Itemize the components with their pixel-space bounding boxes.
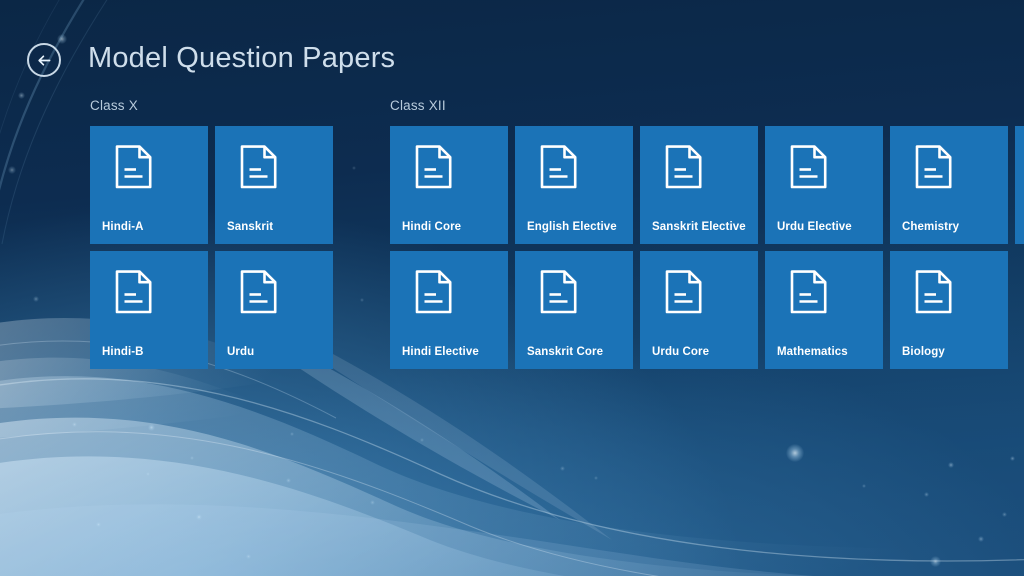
tile-label: Urdu Core: [652, 346, 710, 358]
tile-sanskrit-core[interactable]: Sanskrit Core: [515, 251, 633, 369]
tile-hindi-a[interactable]: Hindi-A: [90, 126, 208, 244]
tile-label: Chemistry: [902, 221, 960, 233]
tile-chemistry[interactable]: Chemistry: [890, 126, 1008, 244]
tile-english-elective[interactable]: English Elective: [515, 126, 633, 244]
group-class-xii: Class XII Hindi Core Hindi Elective Engl…: [390, 98, 1024, 369]
document-icon: [415, 145, 452, 189]
tile-urdu[interactable]: Urdu: [215, 251, 333, 369]
page-title: Model Question Papers: [88, 42, 396, 74]
group-title-class-xii: Class XII: [390, 98, 446, 113]
tile-hindi-elective[interactable]: Hindi Elective: [390, 251, 508, 369]
tile-label: Hindi Core: [402, 221, 462, 233]
document-icon: [665, 145, 702, 189]
tile-urdu-elective[interactable]: Urdu Elective: [765, 126, 883, 244]
document-icon: [790, 145, 827, 189]
tile-urdu-core[interactable]: Urdu Core: [640, 251, 758, 369]
tile-hindi-b[interactable]: Hindi-B: [90, 251, 208, 369]
tile-label: Sanskrit Core: [527, 346, 604, 358]
tile-label: Hindi-A: [102, 221, 144, 233]
group-class-x: Class X Hindi-A Hindi-B Sanskrit Urdu: [90, 98, 333, 369]
tile-label: Urdu: [227, 346, 255, 358]
tile-label: English Elective: [527, 221, 617, 233]
tile-business-studies-clipped[interactable]: Bus: [1015, 126, 1024, 244]
tile-biology[interactable]: Biology: [890, 251, 1008, 369]
tile-empty-slot: [1015, 251, 1024, 369]
tile-grid-class-xii: Hindi Core Hindi Elective English Electi…: [390, 126, 1024, 369]
document-icon: [115, 270, 152, 314]
tile-grid-class-x: Hindi-A Hindi-B Sanskrit Urdu: [90, 126, 333, 369]
tile-hindi-core[interactable]: Hindi Core: [390, 126, 508, 244]
app-root: Model Question Papers Class X Hindi-A Hi…: [0, 0, 1024, 576]
document-icon: [240, 270, 277, 314]
tile-label: Hindi Elective: [402, 346, 479, 358]
tile-label: Mathematics: [777, 346, 848, 358]
document-icon: [915, 145, 952, 189]
document-icon: [240, 145, 277, 189]
document-icon: [540, 145, 577, 189]
tile-sanskrit[interactable]: Sanskrit: [215, 126, 333, 244]
document-icon: [915, 270, 952, 314]
tile-label: Sanskrit Elective: [652, 221, 746, 233]
document-icon: [115, 145, 152, 189]
back-button[interactable]: [27, 43, 61, 77]
back-arrow-icon: [37, 54, 50, 66]
document-icon: [415, 270, 452, 314]
group-title-class-x: Class X: [90, 98, 138, 113]
tile-label: Biology: [902, 346, 945, 358]
document-icon: [540, 270, 577, 314]
document-icon: [665, 270, 702, 314]
tile-label: Sanskrit: [227, 221, 274, 233]
document-icon: [790, 270, 827, 314]
tile-mathematics[interactable]: Mathematics: [765, 251, 883, 369]
tile-label: Urdu Elective: [777, 221, 852, 233]
tile-label: Hindi-B: [102, 346, 144, 358]
tile-sanskrit-elective[interactable]: Sanskrit Elective: [640, 126, 758, 244]
